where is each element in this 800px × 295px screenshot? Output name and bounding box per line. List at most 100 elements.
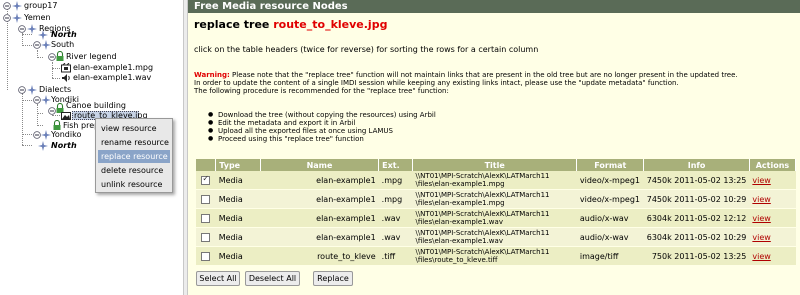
procedure-step: Edit the metadata and export it in Arbil <box>208 119 436 127</box>
menu-item-rename-resource[interactable]: rename resource <box>98 136 170 149</box>
row-checkbox[interactable] <box>201 251 211 261</box>
col-header-select[interactable] <box>196 159 217 171</box>
col-header-format[interactable]: Format <box>576 159 645 171</box>
select-all-button[interactable]: Select All <box>196 271 240 286</box>
title-line: \\NT01\MPI-Scratch\AlexK\LATMarch11 <box>415 191 550 199</box>
cell-title: \\NT01\MPI-Scratch\AlexK\LATMarch11 \file… <box>412 189 577 209</box>
warning-line: In order to update the content of a sing… <box>194 79 679 87</box>
cell-info: 750k 2011-05-02 13:25 <box>643 246 750 266</box>
sort-hint: click on the table headers (twice for re… <box>194 45 539 54</box>
session-lock-icon <box>55 51 65 61</box>
node-label: Dialects <box>39 85 72 94</box>
collapse-toggle-icon[interactable] <box>33 131 41 139</box>
tree-line <box>52 115 60 116</box>
resource-tree: group17 Yemen Regions North South River … <box>0 0 183 295</box>
tree-line <box>37 113 43 114</box>
tree-line <box>22 45 32 46</box>
tree-node-yondiko[interactable]: Yondiko <box>51 129 81 140</box>
col-header-name[interactable]: Name <box>260 159 380 171</box>
table-row: Mediaelan-example1.mpg\\NT01\MPI-Scratch… <box>196 189 796 209</box>
row-checkbox[interactable] <box>201 213 211 223</box>
node-label: elan-example1.wav <box>73 73 152 82</box>
collapse-toggle-icon[interactable] <box>18 86 26 94</box>
tree-line <box>52 68 60 69</box>
node-label: River legend <box>66 52 117 61</box>
node-label: elan-example1.mpg <box>73 63 154 72</box>
col-header-type[interactable]: Type <box>215 159 261 171</box>
node-label: Yemen <box>24 13 51 22</box>
tree-line <box>52 62 53 78</box>
node-label: North <box>51 141 77 150</box>
warning-text: Please note that the "replace tree" func… <box>229 71 738 79</box>
title-line: \\NT01\MPI-Scratch\AlexK\LATMarch11 <box>415 210 550 218</box>
video-file-icon <box>61 63 71 73</box>
cell-name: elan-example1 <box>260 208 379 228</box>
col-header-title[interactable]: Title <box>412 159 578 171</box>
view-link[interactable]: view <box>752 176 770 185</box>
menu-item-unlink-resource[interactable]: unlink resource <box>98 178 170 191</box>
tree-node-river-legend[interactable]: River legend <box>66 51 117 62</box>
menu-item-replace-resource[interactable]: replace resource <box>98 150 170 163</box>
cell-name: elan-example1 <box>260 171 379 190</box>
warning-label: Warning: <box>194 71 230 79</box>
title-line: \files\elan-example1.wav <box>415 237 503 245</box>
row-select-cell <box>196 246 216 266</box>
replace-button[interactable]: Replace <box>313 271 353 286</box>
view-link[interactable]: view <box>752 233 770 242</box>
title-line: \\NT01\MPI-Scratch\AlexK\LATMarch11 <box>415 248 550 256</box>
table-row: Mediaelan-example1.mpg\\NT01\MPI-Scratch… <box>196 171 796 190</box>
resources-table: Type Name Ext. Title Format Info Actions… <box>196 159 797 266</box>
collapse-toggle-icon[interactable] <box>33 41 41 49</box>
menu-item-delete-resource[interactable]: delete resource <box>98 164 170 177</box>
row-select-cell <box>196 227 216 247</box>
row-checkbox[interactable] <box>201 194 211 204</box>
table-row: Media elan-example1 .wav \\NT01\MPI-Scratch… <box>196 227 796 247</box>
tree-node-north-dialect[interactable]: North <box>51 140 77 151</box>
row-checkbox[interactable] <box>201 174 211 185</box>
tree-line <box>37 57 43 58</box>
menu-item-view-resource[interactable]: view resource <box>98 122 170 135</box>
view-link[interactable]: view <box>752 195 770 204</box>
table-row: Media route_to_kleve .tiff \\NT01\MPI-Scrat… <box>196 246 796 266</box>
deselect-all-button[interactable]: Deselect All <box>245 271 300 286</box>
cell-name: route_to_kleve <box>260 246 379 266</box>
title-line: \files\elan-example1.mpg <box>415 199 505 207</box>
cell-format: video/x-mpeg1 <box>576 189 644 209</box>
collapse-toggle-icon[interactable] <box>3 14 11 22</box>
corpus-node-icon <box>41 95 51 105</box>
context-menu: view resource rename resource replace re… <box>95 118 173 193</box>
panel-header: Free Media resource Nodes <box>188 0 800 13</box>
collapse-toggle-icon[interactable] <box>18 25 26 33</box>
tree-node-yemen[interactable]: Yemen <box>24 12 51 23</box>
tree-line <box>52 78 60 79</box>
tree-node-group17[interactable]: group17 <box>24 0 57 11</box>
col-header-ext[interactable]: Ext. <box>378 159 413 171</box>
cell-ext: .wav <box>378 227 413 247</box>
title-line: \files\elan-example1.mpg <box>415 180 505 188</box>
collapse-toggle-icon[interactable] <box>3 2 11 10</box>
view-link[interactable]: view <box>752 252 770 261</box>
cell-name: elan-example1 <box>260 227 379 247</box>
cell-type: Media <box>215 227 261 247</box>
col-header-info[interactable]: Info <box>643 159 750 171</box>
col-header-actions[interactable]: Actions <box>749 159 797 171</box>
cell-actions: view <box>749 171 796 190</box>
cell-type: Media <box>215 171 261 190</box>
row-select-cell <box>196 171 216 190</box>
cell-type: Media <box>215 246 261 266</box>
row-checkbox[interactable] <box>201 232 211 242</box>
procedure-step: Download the tree (without copying the r… <box>208 111 436 119</box>
cell-name: elan-example1 <box>260 189 379 209</box>
node-label: Canoe building <box>66 101 126 110</box>
tree-line <box>37 125 43 126</box>
title-line: \files\route_to_kleve.tiff <box>415 256 498 264</box>
tree-line <box>22 100 32 101</box>
view-link[interactable]: view <box>752 214 770 223</box>
cell-type: Media <box>215 208 261 228</box>
collapse-toggle-icon[interactable] <box>33 96 41 104</box>
tree-node-south[interactable]: South <box>51 39 74 50</box>
cell-format: image/tiff <box>576 246 644 266</box>
corpus-node-icon <box>38 141 48 151</box>
tree-node-elan-wav[interactable]: elan-example1.wav <box>73 72 151 83</box>
procedure-step: Proceed using this "replace tree" functi… <box>208 135 436 143</box>
